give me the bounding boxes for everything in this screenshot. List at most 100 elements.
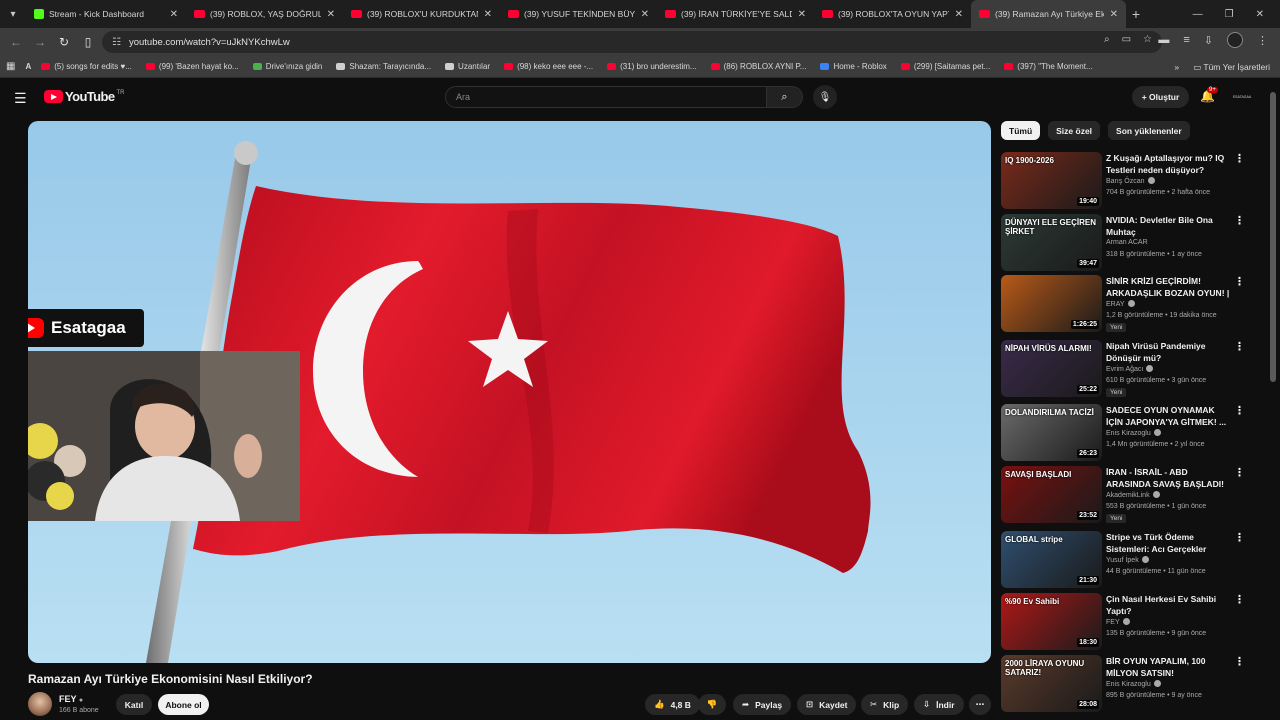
clip-button[interactable]: ✂ Klip (861, 694, 909, 715)
all-bookmarks[interactable]: ▭ Tüm Yer İşaretleri (1193, 62, 1270, 73)
tab-close-icon[interactable]: ✕ (641, 9, 649, 20)
recommended-title[interactable]: İRAN - İSRAİL - ABD ARASINDA SAVAŞ BAŞLA… (1106, 466, 1231, 490)
more-options-icon[interactable]: ⋮ (1234, 466, 1245, 479)
recommended-channel[interactable]: Evrim Ağacı (1106, 365, 1154, 373)
tab-close-icon[interactable]: ✕ (798, 9, 806, 20)
browser-tab[interactable]: (39) Ramazan Ayı Türkiye Ekon... ✕ (971, 0, 1126, 28)
browser-menu-icon[interactable]: ⋮ (1257, 34, 1268, 47)
browser-tab[interactable]: (39) ROBLOX'TA OYUN YAPTIĞ... ✕ (814, 0, 971, 28)
recommended-title[interactable]: Z Kuşağı Aptallaşıyor mu? IQ Testleri ne… (1106, 152, 1231, 176)
chip-recent[interactable]: Son yüklenenler (1108, 121, 1190, 140)
chip-for-you[interactable]: Size özel (1048, 121, 1101, 140)
recommended-video[interactable]: NİPAH VİRÜS ALARMI! 25:22 Nipah Virüsü Pan… (1001, 340, 1251, 398)
download-button[interactable]: ⇩ İndir (914, 694, 964, 715)
tab-close-icon[interactable]: ✕ (484, 9, 492, 20)
tab-close-icon[interactable]: ✕ (327, 9, 335, 20)
recommended-title[interactable]: SADECE OYUN OYNAMAK İÇİN JAPONYA'YA GİTM… (1106, 404, 1231, 428)
new-tab-icon[interactable]: + (1126, 6, 1146, 22)
recommended-channel[interactable]: Yusuf İpek (1106, 556, 1149, 564)
more-options-icon[interactable]: ⋮ (1234, 214, 1245, 227)
tab-close-icon[interactable]: ✕ (1110, 9, 1118, 20)
recommended-video[interactable]: DÜNYAYI ELE GEÇİREN ŞİRKET 39:47 NVIDIA: D… (1001, 214, 1251, 272)
more-options-icon[interactable]: ⋮ (1234, 593, 1245, 606)
downloads-icon[interactable]: ⇩ (1204, 34, 1213, 47)
more-options-icon[interactable]: ⋮ (1234, 531, 1245, 544)
video-thumbnail[interactable]: DÜNYAYI ELE GEÇİREN ŞİRKET 39:47 (1001, 214, 1102, 271)
more-options-icon[interactable]: ⋮ (1234, 340, 1245, 353)
bookmark-a[interactable]: A (25, 62, 31, 71)
dislike-button[interactable]: 👎 (698, 694, 726, 715)
share-button[interactable]: ➦ Paylaş (733, 694, 792, 715)
voice-search-button[interactable]: 🎙 (813, 85, 837, 109)
recommended-title[interactable]: Nipah Virüsü Pandemiye Dönüşür mü? (1106, 340, 1231, 364)
zoom-icon[interactable]: ⌕ (1104, 34, 1110, 45)
video-thumbnail[interactable]: NİPAH VİRÜS ALARMI! 25:22 (1001, 340, 1102, 397)
video-thumbnail[interactable]: DOLANDIRILMA TACİZİ 26:23 (1001, 404, 1102, 461)
bookmark-item[interactable]: (86) ROBLOX AYNI P... (710, 62, 806, 71)
video-thumbnail[interactable]: IQ 1900-2026 19:40 (1001, 152, 1102, 209)
save-button[interactable]: ⊡ Kaydet (797, 694, 857, 715)
maximize-icon[interactable]: ❐ (1225, 9, 1234, 20)
site-info-icon[interactable]: ☷ (112, 37, 121, 48)
account-avatar[interactable]: ESATAGAA (1233, 90, 1251, 104)
video-thumbnail[interactable]: 1:26:25 (1001, 275, 1102, 332)
channel-name[interactable]: FEY ● (59, 694, 83, 704)
browser-tab[interactable]: (39) ROBLOX, YAŞ DOĞRULAM... ✕ (186, 0, 343, 28)
recommended-channel[interactable]: Barış Özcan (1106, 177, 1155, 185)
video-player[interactable]: Esatagaa (28, 121, 991, 663)
recommended-video[interactable]: DOLANDIRILMA TACİZİ 26:23 SADECE OYUN OYNA… (1001, 404, 1251, 462)
bookmark-item[interactable]: (99) 'Bazen hayat ko... (145, 62, 239, 71)
search-button[interactable]: ⌕ (767, 86, 803, 108)
tab-close-icon[interactable]: ✕ (955, 9, 963, 20)
reload-icon[interactable]: ↻ (52, 35, 76, 49)
more-options-icon[interactable]: ⋮ (1234, 404, 1245, 417)
minimize-icon[interactable]: — (1193, 9, 1203, 20)
chip-all[interactable]: Tümü (1001, 121, 1041, 140)
recommended-title[interactable]: SİNİR KRİZİ GEÇİRDİM! ARKADAŞLIK BOZAN O… (1106, 275, 1231, 299)
like-button[interactable]: 👍 4,8 B (645, 694, 700, 715)
apps-icon[interactable]: ▦ (6, 61, 15, 72)
side-panel-icon[interactable]: ▯ (76, 35, 100, 49)
bookmark-item[interactable]: (98) keko eee eee -... (504, 62, 593, 71)
recommended-channel[interactable]: Enis Kirazoglu (1106, 429, 1161, 437)
bookmark-item[interactable]: (5) songs for edits ♥... (41, 62, 132, 71)
bookmarks-overflow-icon[interactable]: » (1174, 62, 1179, 72)
bookmark-item[interactable]: Drive'ınıza gidin (252, 62, 322, 71)
join-button[interactable]: Katıl (116, 694, 152, 715)
recommended-video[interactable]: %90 Ev Sahibi 18:30 Çin Nasıl Herkesi Ev S… (1001, 593, 1251, 651)
recommended-title[interactable]: Stripe vs Türk Ödeme Sistemleri: Acı Ger… (1106, 531, 1231, 555)
page-scrollbar[interactable] (1270, 92, 1276, 382)
bookmark-item[interactable]: Uzantılar (445, 62, 490, 71)
extension-icon[interactable]: ▬ (1158, 34, 1169, 46)
channel-avatar[interactable] (28, 692, 52, 716)
browser-tab[interactable]: (39) ROBLOX'U KURDUKTAN S... ✕ (343, 0, 500, 28)
recommended-video[interactable]: 2000 LİRAYA OYUNU SATARIZ! 28:08 BİR OYUN … (1001, 655, 1251, 713)
create-button[interactable]: + Oluştur (1132, 86, 1189, 108)
recommended-channel[interactable]: Enis Kirazoglu (1106, 680, 1161, 688)
bookmark-star-icon[interactable]: ☆ (1143, 34, 1152, 45)
recommended-channel[interactable]: ERAY (1106, 300, 1135, 308)
bookmark-item[interactable]: Home - Roblox (820, 62, 887, 71)
recommended-video[interactable]: GLOBAL stripe 21:30 Stripe vs Türk Ödeme S… (1001, 531, 1251, 589)
recommended-title[interactable]: NVIDIA: Devletler Bile Ona Muhtaç (1106, 214, 1231, 238)
more-options-icon[interactable]: ⋮ (1234, 275, 1245, 288)
more-options-icon[interactable]: ⋮ (1234, 655, 1245, 668)
recommended-channel[interactable]: FEY (1106, 618, 1130, 626)
search-input[interactable]: Ara (445, 86, 767, 108)
tab-search-icon[interactable]: ▾ (0, 0, 26, 28)
recommended-video[interactable]: 1:26:25 SİNİR KRİZİ GEÇİRDİM! ARKADAŞLIK … (1001, 275, 1251, 333)
menu-icon[interactable]: ☰ (14, 90, 27, 107)
video-thumbnail[interactable]: %90 Ev Sahibi 18:30 (1001, 593, 1102, 650)
video-thumbnail[interactable]: GLOBAL stripe 21:30 (1001, 531, 1102, 588)
close-window-icon[interactable]: ✕ (1256, 9, 1264, 20)
subscribe-button[interactable]: Abone ol (158, 694, 209, 715)
bookmark-item[interactable]: (397) "The Moment... (1004, 62, 1093, 71)
youtube-logo[interactable]: YouTube TR (44, 89, 124, 104)
profile-avatar[interactable] (1227, 32, 1243, 48)
address-bar[interactable]: ☷ youtube.com/watch?v=uJkNYKchwLw ⌕ ▭ ☆ (102, 31, 1162, 53)
more-actions-button[interactable]: ⋯ (969, 694, 991, 715)
cast-icon[interactable]: ▭ (1122, 34, 1131, 45)
browser-tab[interactable]: Stream - Kick Dashboard ✕ (26, 0, 186, 28)
bookmark-item[interactable]: Shazam: Tarayıcında... (336, 62, 431, 71)
tab-close-icon[interactable]: ✕ (170, 9, 178, 20)
